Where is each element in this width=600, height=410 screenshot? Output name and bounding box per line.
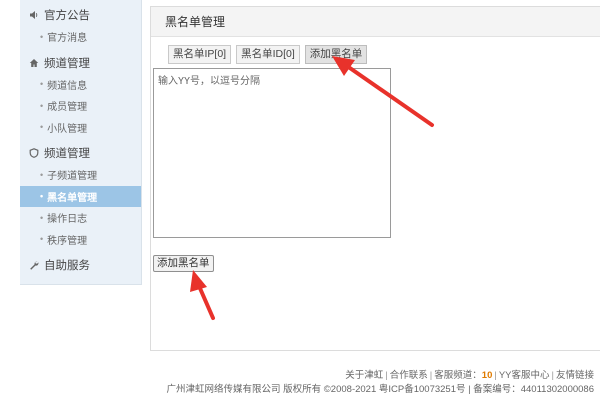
home-icon	[28, 57, 40, 69]
footer-copyright: 广州津虹网络传媒有限公司 版权所有 ©2008-2021 粤ICP备100732…	[166, 384, 594, 395]
yy-number-textarea[interactable]	[153, 68, 391, 238]
speaker-icon	[28, 9, 40, 21]
panel-title: 黑名单管理	[151, 7, 600, 37]
sidebar-item-label: 黑名单管理	[47, 192, 98, 204]
separator: |	[551, 370, 554, 381]
contact-link[interactable]: 合作联系	[390, 370, 428, 381]
sidebar-item-member-management[interactable]: • 成员管理	[20, 95, 141, 117]
bullet-icon: •	[40, 234, 44, 245]
wrench-icon	[28, 259, 40, 271]
sidebar-group-channel-management[interactable]: 频道管理	[20, 52, 141, 74]
sidebar-group-label: 频道管理	[44, 57, 90, 70]
sidebar-item-operation-log[interactable]: • 操作日志	[20, 207, 141, 229]
footer: 关于津虹 | 合作联系 | 客服频道：10 | YY客服中心 | 友情链接 广州津虹网络传媒有限…	[167, 369, 594, 397]
separator: |	[385, 370, 388, 381]
sidebar-group-channel-management-2[interactable]: 频道管理	[20, 142, 141, 164]
bullet-icon: •	[40, 31, 44, 42]
sidebar-item-label: 官方消息	[47, 33, 88, 45]
sidebar-item-blacklist-management[interactable]: • 黑名单管理	[20, 185, 141, 207]
tab-blacklist-id[interactable]: 黑名单ID[0]	[236, 45, 300, 64]
sidebar-item-order-management[interactable]: • 秩序管理	[20, 229, 141, 251]
bullet-icon: •	[40, 212, 44, 223]
sidebar-group-label: 频道管理	[44, 148, 90, 160]
yy-number-input-wrapper	[153, 68, 391, 238]
tab-add-blacklist[interactable]: 添加黑名单	[304, 45, 368, 64]
tab-bar: 黑名单IP[0] 黑名单ID[0] 添加黑名单	[168, 45, 368, 64]
bullet-icon: •	[40, 79, 44, 90]
blacklist-panel: 黑名单管理 黑名单IP[0] 黑名单ID[0] 添加黑名单 添加黑名单	[150, 6, 600, 351]
separator: |	[494, 370, 497, 381]
service-channel-label: 客服频道：	[434, 370, 482, 381]
sidebar-item-subchannel-management[interactable]: • 子频道管理	[20, 164, 141, 186]
sidebar-item-label: 操作日志	[47, 214, 88, 226]
separator: |	[429, 370, 433, 381]
bullet-icon: •	[40, 100, 44, 111]
footer-links: 关于津虹 | 合作联系 | 客服频道：10 | YY客服中心 | 友情链接	[167, 369, 594, 383]
sidebar-item-label: 成员管理	[47, 102, 88, 114]
shield-icon	[28, 147, 40, 159]
sidebar-item-label: 子频道管理	[47, 171, 98, 183]
yy-service-link[interactable]: YY客服中心	[499, 370, 550, 381]
sidebar-item-label: 小队管理	[47, 123, 88, 135]
bullet-icon: •	[40, 191, 44, 202]
tab-blacklist-ip[interactable]: 黑名单IP[0]	[168, 45, 232, 64]
sidebar-item-squad-management[interactable]: • 小队管理	[20, 117, 141, 139]
about-link[interactable]: 关于津虹	[345, 370, 383, 381]
sidebar-item-label: 频道信息	[47, 80, 88, 92]
sidebar-item-label: 秩序管理	[47, 235, 88, 247]
service-channel-number[interactable]: 10	[482, 370, 493, 381]
sidebar-group-self-service[interactable]: 自助服务	[20, 254, 141, 276]
sidebar-group-label: 官方公告	[44, 10, 90, 22]
sidebar: 官方公告 • 官方消息 频道管理 • 频道信息 • 成员管理 • 小队管理 频道…	[20, 0, 142, 285]
sidebar-group-announcements[interactable]: 官方公告	[20, 4, 141, 26]
bullet-icon: •	[40, 169, 44, 180]
friend-links-link[interactable]: 友情链接	[556, 370, 594, 381]
bullet-icon: •	[40, 122, 44, 133]
sidebar-item-official-news[interactable]: • 官方消息	[20, 26, 141, 48]
sidebar-item-channel-info[interactable]: • 频道信息	[20, 74, 141, 96]
add-blacklist-button[interactable]: 添加黑名单	[153, 255, 214, 272]
sidebar-group-label: 自助服务	[44, 260, 90, 272]
